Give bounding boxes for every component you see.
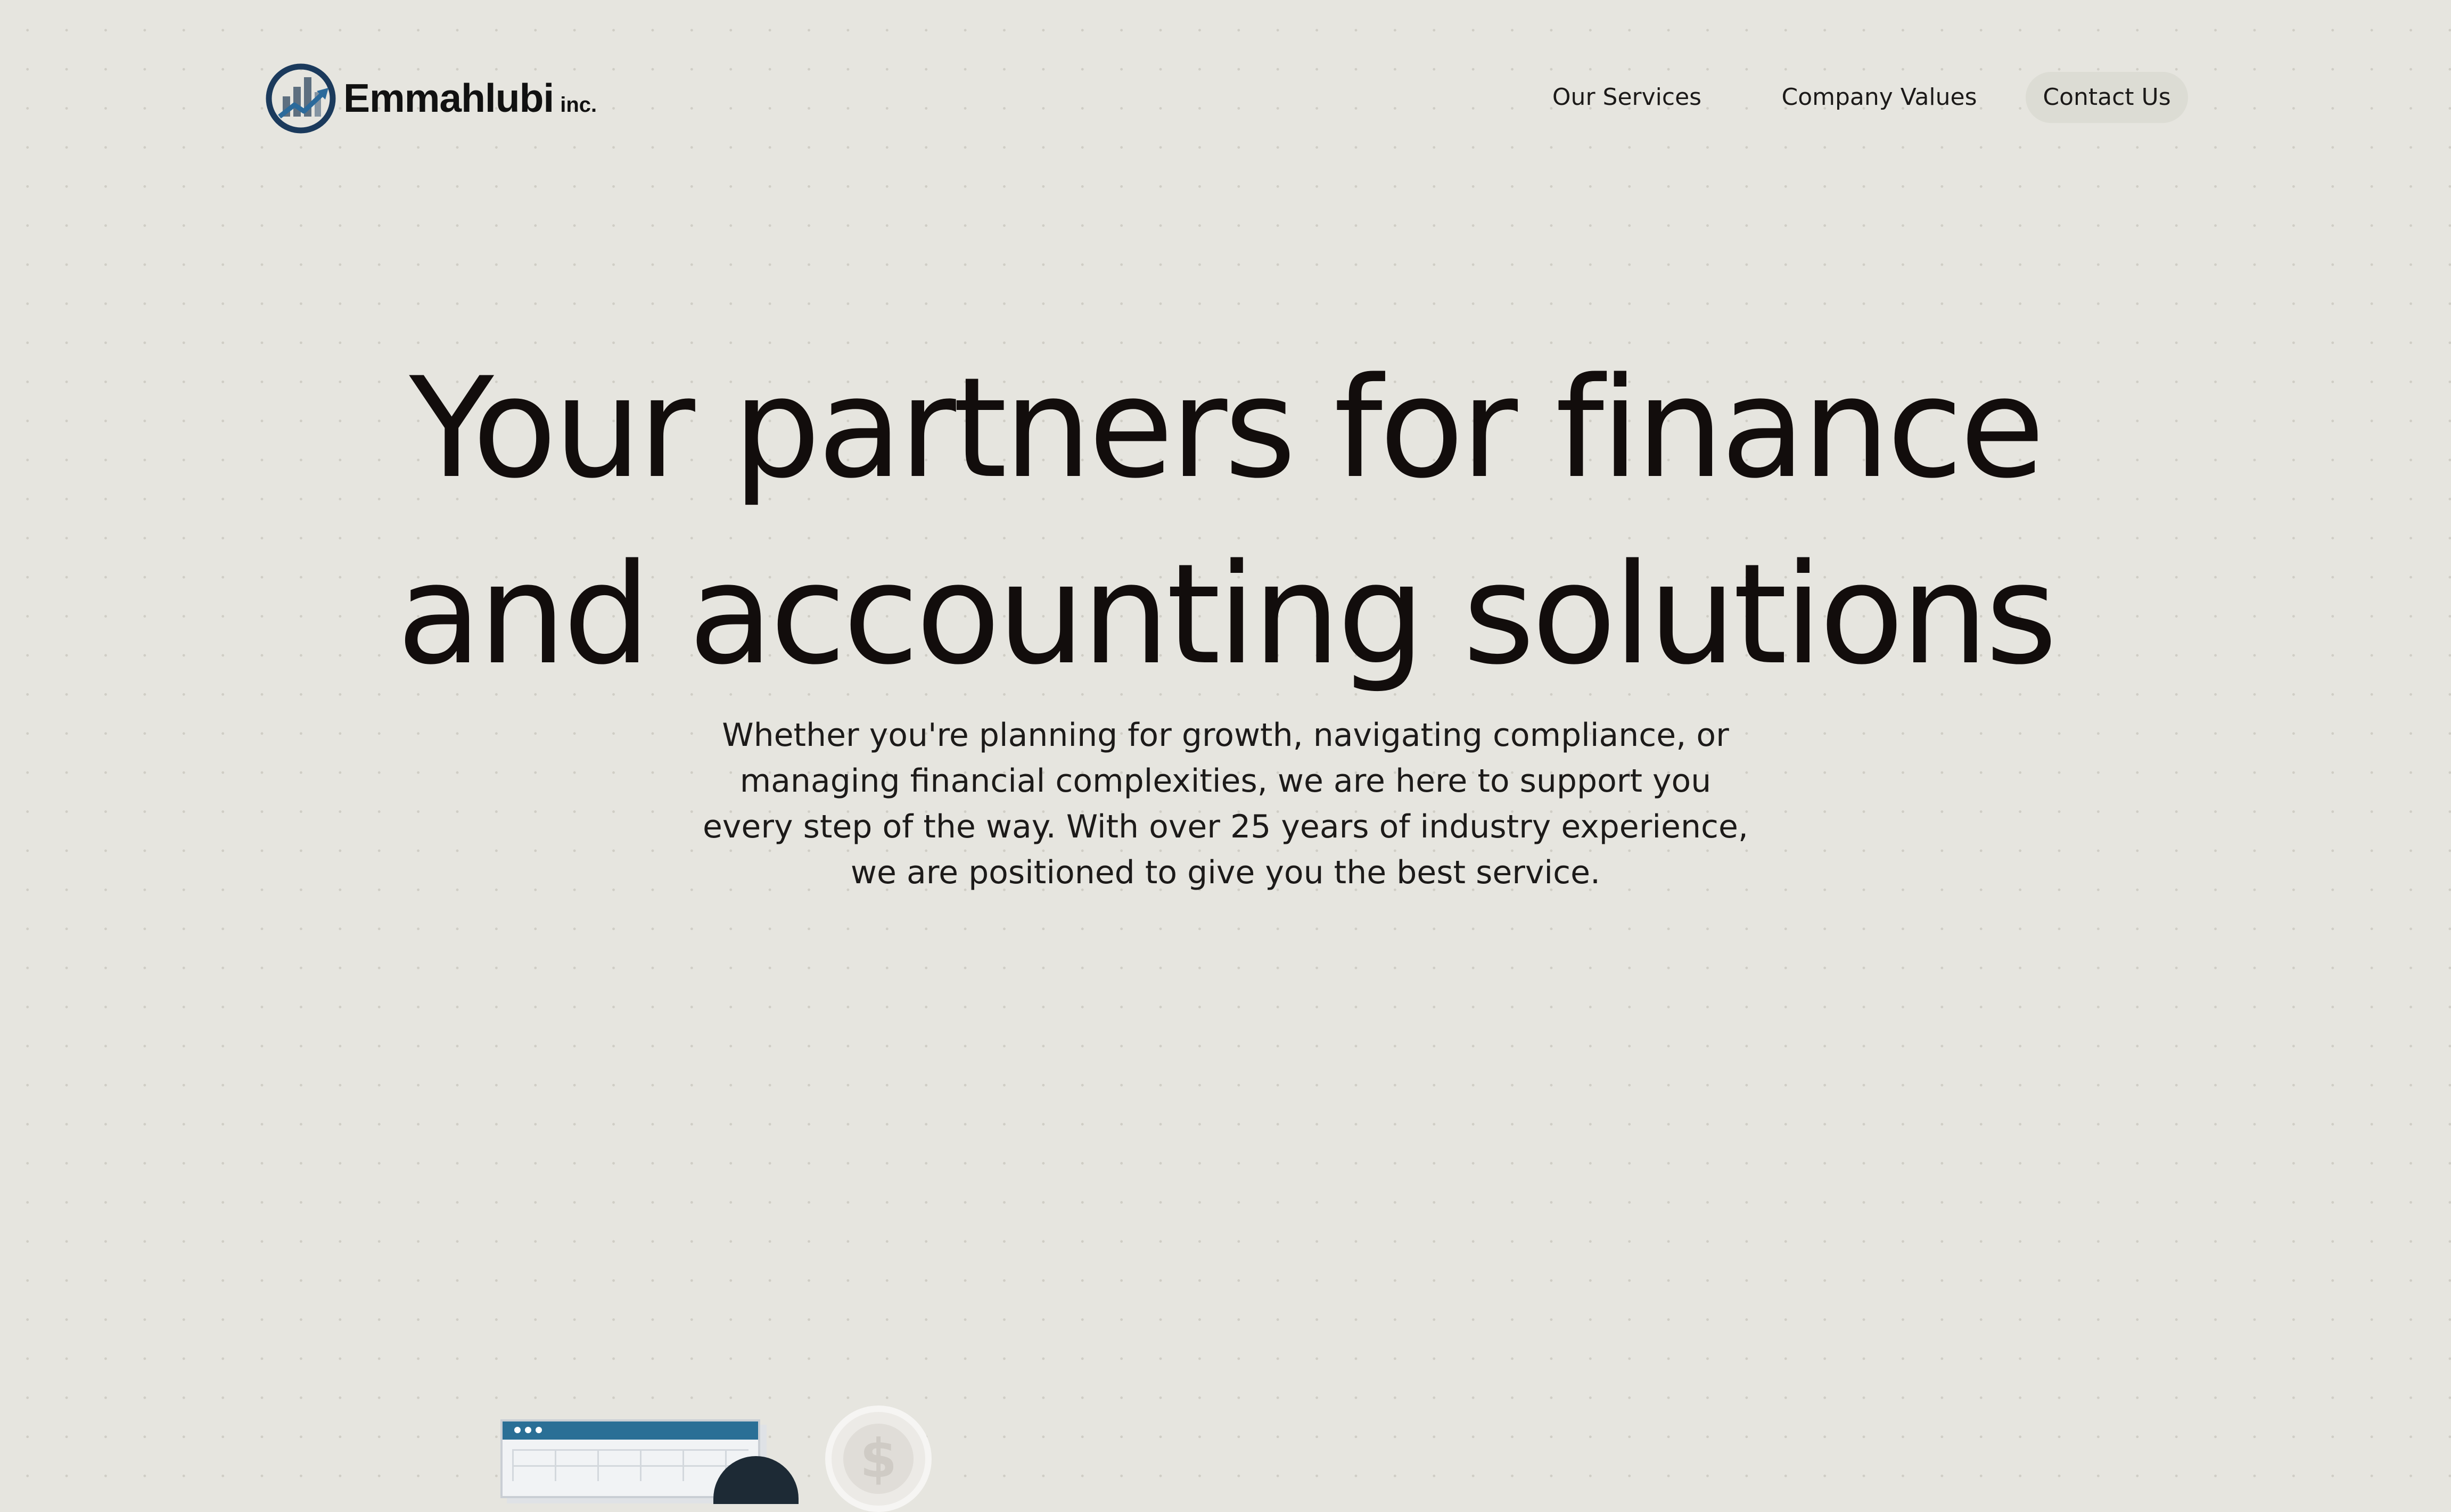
hero-title-line-1: Your partners for finance	[409, 348, 2045, 509]
dollar-coin-icon: $	[825, 1406, 932, 1512]
chart-logo-icon	[266, 63, 336, 133]
window-dots	[514, 1427, 542, 1434]
hero-title: Your partners for finance and accounting…	[266, 335, 2185, 708]
hero-subtitle: Whether you're planning for growth, navi…	[703, 717, 1748, 891]
brand-name: Emmahlubi	[343, 76, 554, 120]
brand-logo-link[interactable]: Emmahlubi inc.	[264, 60, 597, 137]
nav-link-company-values[interactable]: Company Values	[1767, 72, 1991, 123]
hero-title-line-2: and accounting solutions	[397, 535, 2057, 695]
nav-link-our-services[interactable]: Our Services	[1536, 72, 1717, 123]
spreadsheet-grid	[512, 1449, 749, 1481]
nav-link-contact-us[interactable]: Contact Us	[2026, 72, 2188, 123]
spreadsheet-header-bar	[503, 1421, 758, 1440]
brand-suffix: inc.	[560, 93, 597, 117]
coin-symbol: $	[843, 1424, 914, 1494]
main-nav: Our Services Company Values Contact Us	[1528, 72, 2188, 123]
site-header: Emmahlubi inc. Our Services Company Valu…	[0, 0, 2451, 160]
